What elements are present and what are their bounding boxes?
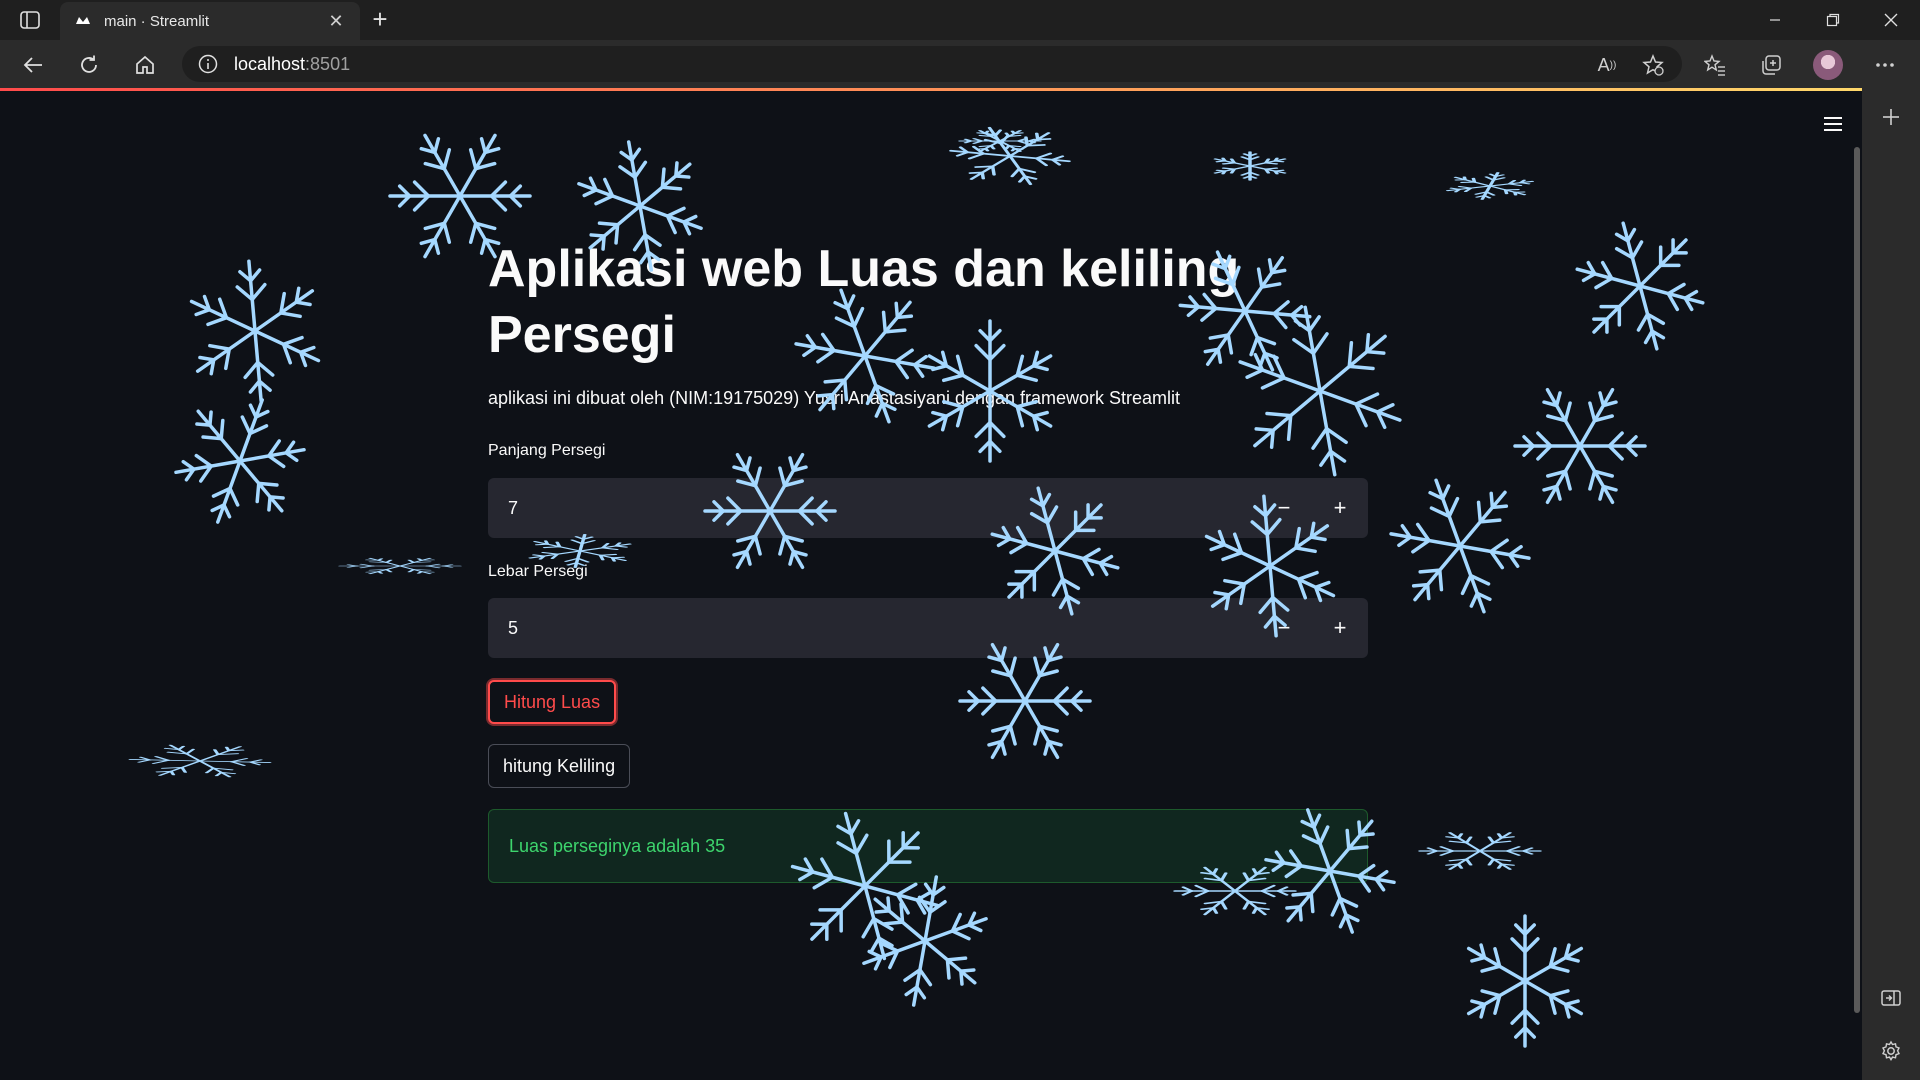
hamburger-menu-icon[interactable] <box>1816 109 1850 139</box>
panjang-value[interactable]: 7 <box>488 498 1256 519</box>
tab-title: main · Streamlit <box>104 12 210 30</box>
close-icon[interactable]: ✕ <box>326 11 346 32</box>
result-text: Luas perseginya adalah 35 <box>509 835 726 856</box>
lebar-number-input[interactable]: 5 − + <box>488 598 1368 658</box>
snowflake <box>1445 172 1535 200</box>
url-host: localhost <box>234 53 306 74</box>
reload-icon[interactable] <box>74 50 104 80</box>
snowflake <box>174 398 306 524</box>
lebar-label: Lebar Persegi <box>488 563 588 580</box>
window-controls <box>1746 0 1920 40</box>
snowflake <box>189 259 321 403</box>
more-icon[interactable] <box>1870 50 1900 80</box>
close-window-icon[interactable] <box>1862 0 1920 40</box>
snowflake <box>1466 914 1584 1048</box>
browser-toolbar: localhost:8501 A)) <box>0 40 1920 88</box>
edge-side-panel <box>1862 88 1920 1080</box>
browser-tab[interactable]: main · Streamlit ✕ <box>60 2 360 40</box>
panjang-increment-button[interactable]: + <box>1312 478 1368 538</box>
browser-tab-bar: main · Streamlit ✕ + <box>0 0 1920 40</box>
hide-sidebar-icon[interactable] <box>1876 983 1906 1013</box>
lebar-decrement-button[interactable]: − <box>1256 598 1312 658</box>
page-scrollbar[interactable] <box>1854 147 1860 1013</box>
snowflake <box>1418 832 1542 870</box>
snowflake <box>949 126 1071 186</box>
collections-icon[interactable] <box>1756 50 1786 80</box>
snowflake <box>958 130 1042 152</box>
lebar-value[interactable]: 5 <box>488 618 1256 639</box>
url-port: :8501 <box>305 53 351 74</box>
favorite-add-icon[interactable] <box>1638 50 1668 80</box>
snowflake <box>1389 478 1531 614</box>
info-icon[interactable] <box>198 54 218 74</box>
hitung-keliling-button[interactable]: hitung Keliling <box>488 744 631 788</box>
streamlit-favicon <box>74 12 92 30</box>
hitung-luas-button[interactable]: Hitung Luas <box>488 680 617 724</box>
success-alert: Luas perseginya adalah 35 <box>488 809 1368 883</box>
plus-icon[interactable]: + <box>366 6 394 34</box>
plus-icon[interactable] <box>1876 102 1906 132</box>
profile-avatar[interactable] <box>1813 50 1843 80</box>
page-subtitle: aplikasi ini dibuat oleh (NIM:19175029) … <box>488 388 1181 408</box>
minimize-icon[interactable] <box>1746 0 1804 40</box>
snowflake <box>958 642 1092 760</box>
address-bar[interactable]: localhost:8501 <box>182 46 1682 82</box>
panjang-number-input[interactable]: 7 − + <box>488 478 1368 538</box>
snowflake <box>1213 151 1287 181</box>
settings-icon[interactable] <box>1876 1036 1906 1066</box>
favorites-icon[interactable] <box>1700 50 1730 80</box>
panjang-label: Panjang Persegi <box>488 442 606 459</box>
snowflake <box>128 744 272 778</box>
streamlit-app: Aplikasi web Luas dan keliling Persegi a… <box>0 91 1862 1080</box>
snowflake <box>338 557 462 575</box>
restore-icon[interactable] <box>1804 0 1862 40</box>
sidebar-icon[interactable] <box>16 8 44 32</box>
page-title: Aplikasi web Luas dan keliling Persegi <box>488 240 1240 364</box>
snowflake <box>1575 221 1705 351</box>
read-aloud-icon[interactable]: A)) <box>1592 50 1622 80</box>
lebar-increment-button[interactable]: + <box>1312 598 1368 658</box>
home-icon[interactable] <box>130 50 160 80</box>
snowflake <box>1513 387 1647 505</box>
back-icon[interactable] <box>18 50 48 80</box>
panjang-decrement-button[interactable]: − <box>1256 478 1312 538</box>
